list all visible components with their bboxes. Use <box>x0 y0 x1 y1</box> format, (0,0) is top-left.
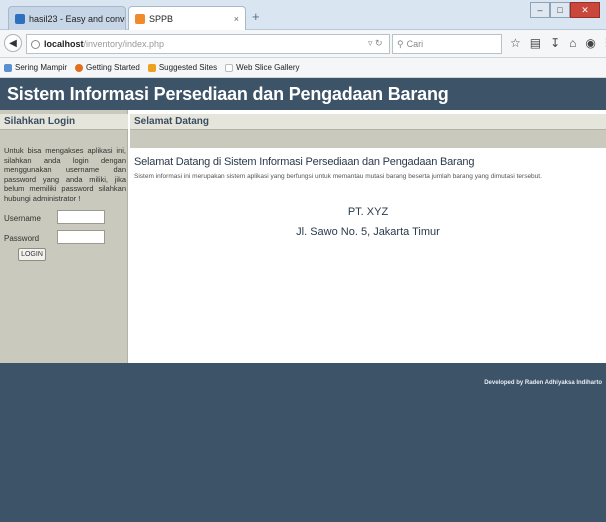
username-field[interactable] <box>57 210 105 224</box>
bookmark-suggested-sites[interactable]: Suggested Sites <box>147 63 218 72</box>
content-heading: Selamat Datang <box>130 114 606 130</box>
bookmarks-menu-icon[interactable]: ▤ <box>530 36 541 50</box>
toolbar-icons: ☆ ▤ ↧ ⌂ ◉ ☰ <box>510 36 606 50</box>
site-info-icon <box>31 39 40 49</box>
new-tab-icon[interactable]: + <box>252 9 260 24</box>
tab-favicon-icon <box>135 13 145 24</box>
username-label: Username <box>4 214 41 223</box>
url-bar[interactable]: localhost /inventory/index.php <box>26 34 390 54</box>
home-icon[interactable]: ⌂ <box>569 36 576 50</box>
bookmark-getting-started[interactable]: Getting Started <box>75 63 140 72</box>
bookmark-label: Web Slice Gallery <box>236 63 300 72</box>
bookmark-label: Getting Started <box>86 63 140 72</box>
bookmarks-bar: Sering Mampir Getting Started Suggested … <box>0 58 606 78</box>
content-band <box>130 130 606 148</box>
browser-tab-hasil23[interactable]: hasil23 - Easy and convenie... × <box>8 6 126 30</box>
password-field[interactable] <box>57 230 105 244</box>
login-instructions: Untuk bisa mengakses aplikasi ini, silah… <box>4 146 126 203</box>
back-button[interactable]: ◀ <box>4 34 22 52</box>
company-name: PT. XYZ <box>347 206 389 218</box>
maximize-window-button[interactable]: □ <box>550 2 570 18</box>
bookmark-label: Suggested Sites <box>158 63 218 72</box>
download-icon[interactable]: ↧ <box>550 36 560 50</box>
back-arrow-icon: ◀ <box>9 37 17 49</box>
login-button[interactable]: LOGIN <box>18 248 46 261</box>
browser-tab-sppb[interactable]: SPPB × <box>128 6 246 30</box>
bookmark-folder-icon <box>4 63 12 72</box>
search-placeholder: Cari <box>406 39 424 49</box>
login-sidebar: Silahkan Login Untuk bisa mengakses apli… <box>0 110 128 363</box>
search-input[interactable]: ⚲ Cari <box>392 34 502 54</box>
tab-favicon-icon <box>15 13 25 24</box>
url-host: localhost <box>44 39 84 49</box>
web-slice-icon <box>225 63 234 72</box>
browser-tab-bar: hasil23 - Easy and convenie... × SPPB × … <box>0 0 606 30</box>
company-address: Jl. Sawo No. 5, Jakarta Timur <box>296 226 440 238</box>
firefox-icon <box>75 63 84 72</box>
footer-credit: Developed by Raden Adhiyaksa Indiharto <box>484 380 602 386</box>
welcome-text: Selamat Datang di Sistem Informasi Perse… <box>134 156 475 168</box>
tab-close-icon[interactable]: × <box>234 14 239 24</box>
page-footer: Developed by Raden Adhiyaksa Indiharto <box>0 363 606 522</box>
login-heading: Silahkan Login <box>0 114 128 130</box>
page-header: Sistem Informasi Persediaan dan Pengadaa… <box>0 78 606 110</box>
close-window-button[interactable]: ✕ <box>570 2 600 18</box>
search-icon: ⚲ <box>397 38 404 49</box>
pocket-icon[interactable]: ◉ <box>585 36 595 50</box>
suggested-sites-icon <box>147 63 156 72</box>
tab-title: SPPB <box>149 13 174 24</box>
password-label: Password <box>4 234 40 243</box>
reload-icon[interactable]: ▿ ↻ <box>368 38 383 49</box>
bookmark-web-slice-gallery[interactable]: Web Slice Gallery <box>225 63 300 72</box>
bookmark-label: Sering Mampir <box>15 63 68 72</box>
minimize-window-button[interactable]: – <box>530 2 550 18</box>
url-path: /inventory/index.php <box>83 39 165 49</box>
page-title: Sistem Informasi Persediaan dan Pengadaa… <box>7 84 449 104</box>
bookmark-star-icon[interactable]: ☆ <box>510 36 521 50</box>
description-text: Sistem informasi ini merupakan sistem ap… <box>134 173 542 180</box>
bookmark-sering-mampir[interactable]: Sering Mampir <box>4 63 67 72</box>
browser-nav-bar: ◀ localhost /inventory/index.php ▿ ↻ ⚲ C… <box>0 30 606 58</box>
tab-title: hasil23 - Easy and convenie... <box>29 13 125 24</box>
